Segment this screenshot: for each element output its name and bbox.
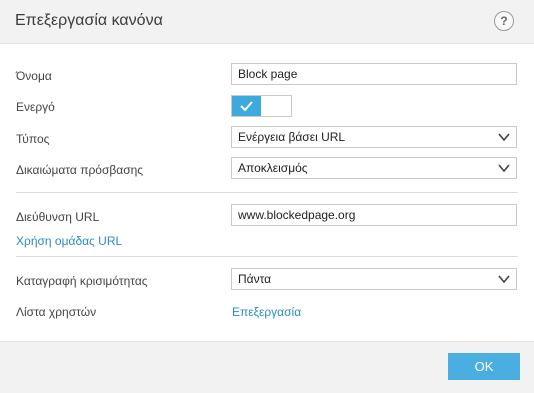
severity-label: Καταγραφή κρισιμότητας [16, 274, 148, 288]
access-select-value: Αποκλεισμός [238, 161, 308, 175]
url-label: Διεύθυνση URL [16, 210, 100, 224]
type-select[interactable]: Ενέργεια βάσει URL [231, 126, 517, 148]
type-select-value: Ενέργεια βάσει URL [238, 130, 346, 144]
chevron-down-icon [498, 164, 510, 173]
help-icon[interactable]: ? [494, 11, 514, 31]
dialog-footer: OK [0, 341, 534, 393]
toggle-on-indicator [232, 96, 261, 116]
ok-button[interactable]: OK [448, 353, 520, 380]
name-input[interactable] [231, 63, 517, 85]
severity-select[interactable]: Πάντα [231, 268, 517, 290]
users-edit-link[interactable]: Επεξεργασία [232, 305, 301, 319]
name-label: Όνομα [16, 69, 52, 83]
checkmark-icon [240, 101, 253, 111]
title-bar: Επεξεργασία κανόνα ? [0, 0, 534, 44]
users-label: Λίστα χρηστών [16, 305, 97, 319]
section-divider [16, 192, 518, 193]
chevron-down-icon [498, 275, 510, 284]
access-select[interactable]: Αποκλεισμός [231, 157, 517, 179]
type-label: Τύπος [16, 132, 50, 146]
dialog-title: Επεξεργασία κανόνα [15, 12, 163, 29]
access-label: Δικαιώματα πρόσβασης [16, 163, 144, 177]
severity-select-value: Πάντα [238, 272, 272, 286]
active-toggle[interactable] [231, 95, 292, 117]
url-group-link[interactable]: Χρήση ομάδας URL [16, 234, 122, 248]
chevron-down-icon [498, 133, 510, 142]
active-label: Ενεργό [16, 100, 55, 114]
section-divider [16, 256, 518, 257]
url-input[interactable] [231, 204, 517, 226]
